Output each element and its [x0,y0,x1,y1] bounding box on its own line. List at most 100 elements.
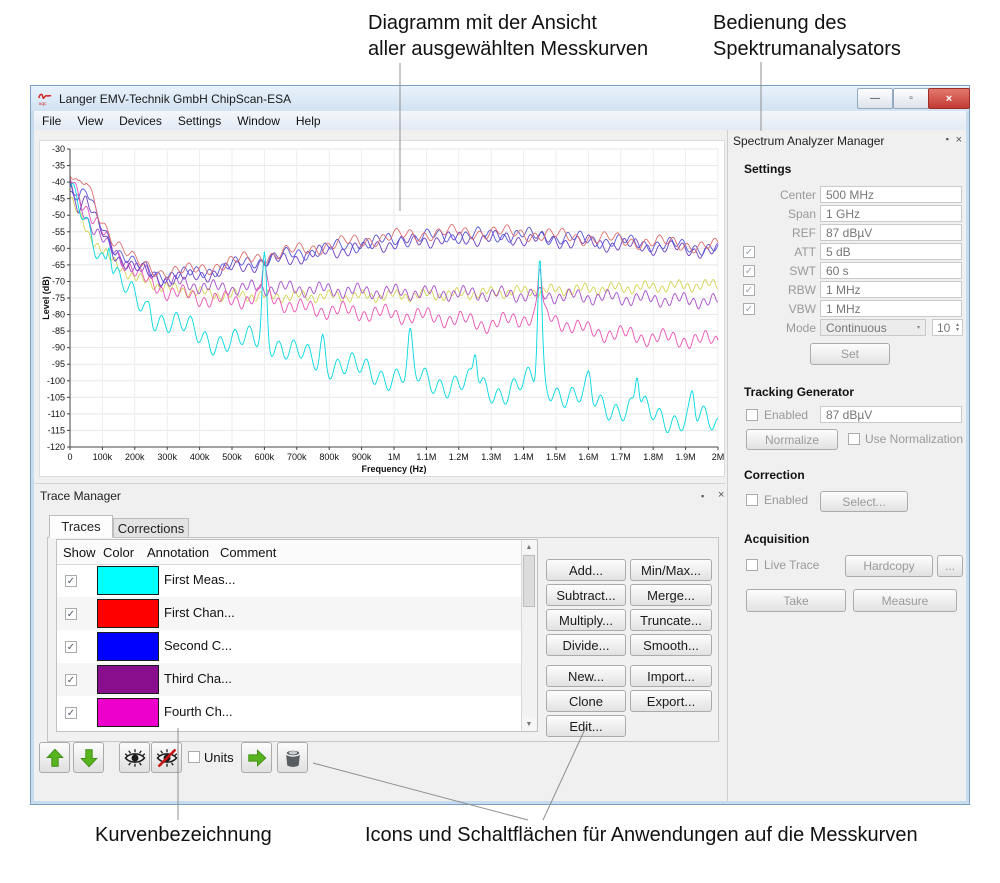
clone-button[interactable]: Clone [546,690,626,712]
panel-close-icon[interactable]: × [718,489,724,501]
vbw-checkbox[interactable]: ✓ [743,303,755,315]
span-input[interactable]: 1 GHz [820,205,962,222]
close-button[interactable]: × [928,88,970,109]
apply-button[interactable] [241,742,272,773]
menu-settings[interactable]: Settings [170,114,229,128]
measure-button[interactable]: Measure [853,589,957,612]
tg-enabled-checkbox[interactable] [746,409,758,421]
show-checkbox[interactable]: ✓ [65,674,77,686]
chart-svg[interactable]: -30-35-40-45-50-55-60-65-70-75-80-85-90-… [40,141,724,476]
correction-enabled-checkbox[interactable] [746,494,758,506]
set-button[interactable]: Set [810,343,890,365]
svg-text:-55: -55 [52,227,65,237]
page: Diagramm mit der Ansicht aller ausgewähl… [0,0,1000,883]
table-row[interactable]: ✓ First Chan... [57,597,522,630]
pin-icon[interactable]: ▪ [701,491,704,501]
swt-checkbox[interactable]: ✓ [743,265,755,277]
vbw-label: VBW [762,302,816,316]
edit-button[interactable]: Edit... [546,715,626,737]
units-checkbox[interactable] [188,751,200,763]
swt-input[interactable]: 60 s [820,262,962,279]
minimize-button[interactable]: — [857,88,893,109]
menu-help[interactable]: Help [288,114,329,128]
svg-text:1.9M: 1.9M [676,452,696,462]
color-swatch[interactable] [97,632,159,661]
merge-button[interactable]: Merge... [630,584,712,606]
spectrum-plot[interactable]: -30-35-40-45-50-55-60-65-70-75-80-85-90-… [39,140,725,477]
smooth-button[interactable]: Smooth... [630,634,712,656]
subtract-button[interactable]: Subtract... [546,584,626,606]
delete-trace-button[interactable] [277,742,308,773]
tg-level-input[interactable]: 87 dBµV [820,406,962,423]
move-down-button[interactable] [73,742,104,773]
show-checkbox[interactable]: ✓ [65,608,77,620]
ref-input[interactable]: 87 dBµV [820,224,962,241]
multiply-button[interactable]: Multiply... [546,609,626,631]
color-swatch[interactable] [97,665,159,694]
show-checkbox[interactable]: ✓ [65,641,77,653]
table-row[interactable]: ✓ Second C... [57,630,522,663]
col-show: Show [57,545,97,560]
color-swatch[interactable] [97,698,159,727]
menu-devices[interactable]: Devices [111,114,170,128]
svg-text:-35: -35 [52,161,65,171]
use-normalization-checkbox[interactable] [848,433,860,445]
divide-button[interactable]: Divide... [546,634,626,656]
chevron-down-icon: ▾ [917,324,920,331]
rbw-input[interactable]: 1 MHz [820,281,962,298]
spinner-arrows-icon[interactable]: ▲▼ [955,323,962,333]
menu-file[interactable]: File [34,114,69,128]
vbw-input[interactable]: 1 MHz [820,300,962,317]
maximize-button[interactable]: ▫ [893,88,929,109]
pin-icon[interactable]: ▪ [946,134,949,144]
count-spinner[interactable]: 10 ▲▼ [932,319,963,336]
tab-traces[interactable]: Traces [49,515,113,538]
minmax-button[interactable]: Min/Max... [630,559,712,581]
tab-corrections[interactable]: Corrections [113,518,189,538]
window-title: Langer EMV-Technik GmbH ChipScan-ESA [59,92,291,106]
panel-close-icon[interactable]: × [956,134,962,146]
center-input[interactable]: 500 MHz [820,186,962,203]
scroll-down-icon[interactable]: ▼ [522,717,536,731]
color-swatch[interactable] [97,566,159,595]
svg-text:700k: 700k [287,452,307,462]
live-trace-checkbox[interactable] [746,559,758,571]
new-button[interactable]: New... [546,665,626,687]
hardcopy-button[interactable]: Hardcopy [845,555,933,577]
table-row[interactable]: ✓ First Meas... [57,564,522,597]
select-button[interactable]: Select... [820,491,908,512]
scrollbar-thumb[interactable] [523,555,535,607]
svg-text:-30: -30 [52,144,65,154]
export-button[interactable]: Export... [630,690,712,712]
svg-text:900k: 900k [352,452,372,462]
arrow-up-icon [44,747,66,769]
show-checkbox[interactable]: ✓ [65,575,77,587]
menu-window[interactable]: Window [229,114,288,128]
svg-text:-80: -80 [52,310,65,320]
move-up-button[interactable] [39,742,70,773]
att-checkbox[interactable]: ✓ [743,246,755,258]
titlebar[interactable]: xqc Langer EMV-Technik GmbH ChipScan-ESA… [31,86,969,111]
normalize-button[interactable]: Normalize [746,429,838,450]
scroll-up-icon[interactable]: ▲ [522,540,536,554]
svg-text:1.3M: 1.3M [481,452,501,462]
table-scrollbar[interactable]: ▲ ▼ [521,540,537,731]
att-input[interactable]: 5 dB [820,243,962,260]
mode-dropdown[interactable]: Continuous ▾ [820,319,926,336]
import-button[interactable]: Import... [630,665,712,687]
color-swatch[interactable] [97,599,159,628]
rbw-checkbox[interactable]: ✓ [743,284,755,296]
menu-view[interactable]: View [69,114,111,128]
add-button[interactable]: Add... [546,559,626,581]
truncate-button[interactable]: Truncate... [630,609,712,631]
table-row[interactable]: ✓ Third Cha... [57,663,522,696]
hide-trace-button[interactable] [151,742,182,773]
take-button[interactable]: Take [746,589,846,612]
show-trace-button[interactable] [119,742,150,773]
table-row[interactable]: ✓ Fourth Ch... [57,696,522,729]
svg-text:-100: -100 [47,376,65,386]
svg-text:0: 0 [67,452,72,462]
hardcopy-more-button[interactable]: ... [937,555,963,577]
svg-text:1M: 1M [388,452,401,462]
show-checkbox[interactable]: ✓ [65,707,77,719]
